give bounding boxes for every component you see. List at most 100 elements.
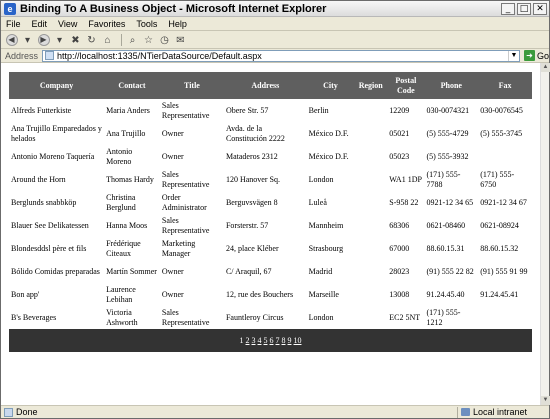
minimize-button[interactable]: _ <box>501 2 515 15</box>
column-header-address: Address <box>223 72 307 99</box>
cell-region <box>354 260 387 283</box>
cell-contact: Hanna Moos <box>106 220 148 230</box>
cell-contact: Ana Trujillo <box>106 128 146 138</box>
menu-item-help[interactable]: Help <box>163 19 193 29</box>
close-button[interactable]: ✕ <box>533 2 547 15</box>
history-button[interactable]: ◷ <box>158 34 171 47</box>
cell-phone: 88.60.15.31 <box>426 243 465 253</box>
pager-link-4[interactable]: 4 <box>258 336 262 345</box>
zone-label: Local intranet <box>473 407 528 417</box>
cell-postal-code: 28023 <box>389 266 410 276</box>
page-icon <box>45 51 55 60</box>
cell-company: Alfreds Futterkiste <box>11 105 72 115</box>
intranet-icon <box>461 408 470 416</box>
stop-button[interactable]: ✖ <box>69 34 82 47</box>
mail-button[interactable]: ✉ <box>174 34 187 47</box>
cell-title: Owner <box>161 151 184 161</box>
favorites-button[interactable]: ☆ <box>142 34 155 47</box>
table-row: B's Beverages Victoria Ashworth Sales Repr… <box>9 306 532 329</box>
forward-dropdown-icon[interactable]: ▾ <box>53 34 66 47</box>
home-button[interactable]: ⌂ <box>101 34 114 47</box>
cell-contact: Martín Sommer <box>106 266 157 276</box>
cell-title: Owner <box>161 128 184 138</box>
ie-logo-icon: e <box>4 2 16 15</box>
cell-phone: (91) 555 22 82 <box>426 266 474 276</box>
mail-icon: ✉ <box>176 34 185 46</box>
cell-postal-code: EC2 5NT <box>389 312 421 322</box>
cell-phone: (5) 555-3932 <box>426 151 469 161</box>
pager-link-9[interactable]: 9 <box>288 336 292 345</box>
pager-link-7[interactable]: 7 <box>276 336 280 345</box>
menu-item-view[interactable]: View <box>53 19 83 29</box>
toolbar: ◀ ▾ ▶ ▾ ✖ ↻ ⌂ ⌕ ☆ ◷ ✉ <box>1 32 549 49</box>
column-header-postal-code: Postal Code <box>387 72 425 99</box>
menu-item-edit[interactable]: Edit <box>27 19 54 29</box>
table-row: Bon app' Laurence Lebihan Owner 12, rue des… <box>9 283 532 306</box>
maximize-button[interactable]: □ <box>517 2 531 15</box>
forward-arrow-icon: ▶ <box>37 34 50 46</box>
pager-link-5[interactable]: 5 <box>264 336 268 345</box>
menu-item-favorites[interactable]: Favorites <box>83 19 131 29</box>
status-bar: Done Local intranet <box>1 405 549 418</box>
cell-address: 12, rue des Bouchers <box>225 289 294 299</box>
cell-title: Sales Representative <box>161 307 210 327</box>
favorites-star-icon: ☆ <box>144 34 153 46</box>
forward-button[interactable]: ▶ <box>37 34 50 47</box>
refresh-button[interactable]: ↻ <box>85 34 98 47</box>
address-url: http://localhost:1335/NTierDataSource/De… <box>57 50 262 61</box>
pager-row: 1 2 3 4 5 6 7 8 9 10 <box>9 329 532 352</box>
pager: 1 2 3 4 5 6 7 8 9 10 <box>9 329 532 352</box>
address-bar: Address http://localhost:1335/NTierDataS… <box>1 49 549 63</box>
cell-address: 120 Hanover Sq. <box>225 174 280 184</box>
search-icon: ⌕ <box>129 34 136 46</box>
cell-company: Berglunds snabbköp <box>11 197 77 207</box>
scroll-down-icon[interactable]: ▼ <box>541 396 550 405</box>
cell-fax: (91) 555 91 99 <box>480 266 528 276</box>
column-header-company: Company <box>9 72 105 99</box>
cell-company: Antonio Moreno Taquería <box>11 151 95 161</box>
column-header-fax: Fax <box>478 72 532 99</box>
address-input[interactable]: http://localhost:1335/NTierDataSource/De… <box>42 49 520 62</box>
vertical-scrollbar[interactable]: ▲ ▼ <box>540 63 550 405</box>
table-row: Ana Trujillo Emparedados y helados Ana Tr… <box>9 122 532 145</box>
cell-contact: Antonio Moreno <box>106 146 133 166</box>
back-arrow-icon: ◀ <box>5 34 18 46</box>
cell-contact: Laurence Lebihan <box>106 284 136 304</box>
cell-city: Strasbourg <box>308 243 344 253</box>
table-row: Antonio Moreno Taquería Antonio Moreno Own… <box>9 145 532 168</box>
pager-link-6[interactable]: 6 <box>270 336 274 345</box>
cell-fax <box>478 145 532 168</box>
cell-postal-code: 05021 <box>389 128 410 138</box>
go-button[interactable]: ➜ Go <box>523 50 549 61</box>
menu-item-file[interactable]: File <box>1 19 27 29</box>
column-header-region: Region <box>354 72 388 99</box>
window-title: Binding To A Business Object - Microsoft… <box>20 2 327 15</box>
cell-postal-code: 13008 <box>389 289 410 299</box>
cell-address: Berguvsvägen 8 <box>225 197 278 207</box>
back-dropdown-icon[interactable]: ▾ <box>21 34 34 47</box>
browser-window: e Binding To A Business Object - Microso… <box>0 0 550 419</box>
address-dropdown-icon[interactable]: ▼ <box>507 50 519 61</box>
pager-link-3[interactable]: 3 <box>252 336 256 345</box>
back-button[interactable]: ◀ <box>5 34 18 47</box>
pager-link-2[interactable]: 2 <box>246 336 250 345</box>
cell-region <box>354 145 387 168</box>
cell-title: Sales Representative <box>161 169 210 189</box>
cell-phone: (5) 555-4729 <box>426 128 469 138</box>
pager-link-10[interactable]: 10 <box>294 336 302 345</box>
table-row: Alfreds Futterkiste Maria Anders Sales Rep… <box>9 99 532 122</box>
menu-item-tools[interactable]: Tools <box>131 19 163 29</box>
cell-region <box>354 237 387 260</box>
cell-company: Around the Horn <box>11 174 66 184</box>
go-arrow-icon: ➜ <box>523 50 535 61</box>
menu-bar: File Edit View Favorites Tools Help <box>1 17 549 31</box>
search-button[interactable]: ⌕ <box>126 34 139 47</box>
cell-region <box>354 306 387 329</box>
scroll-up-icon[interactable]: ▲ <box>541 63 550 72</box>
cell-address: 24, place Kléber <box>225 243 279 253</box>
cell-address: Forsterstr. 57 <box>225 220 269 230</box>
cell-postal-code: 68306 <box>389 220 410 230</box>
customers-grid: Company Contact Title Address City Region Post… <box>9 72 532 352</box>
cell-city: Berlin <box>308 105 329 115</box>
pager-link-8[interactable]: 8 <box>282 336 286 345</box>
